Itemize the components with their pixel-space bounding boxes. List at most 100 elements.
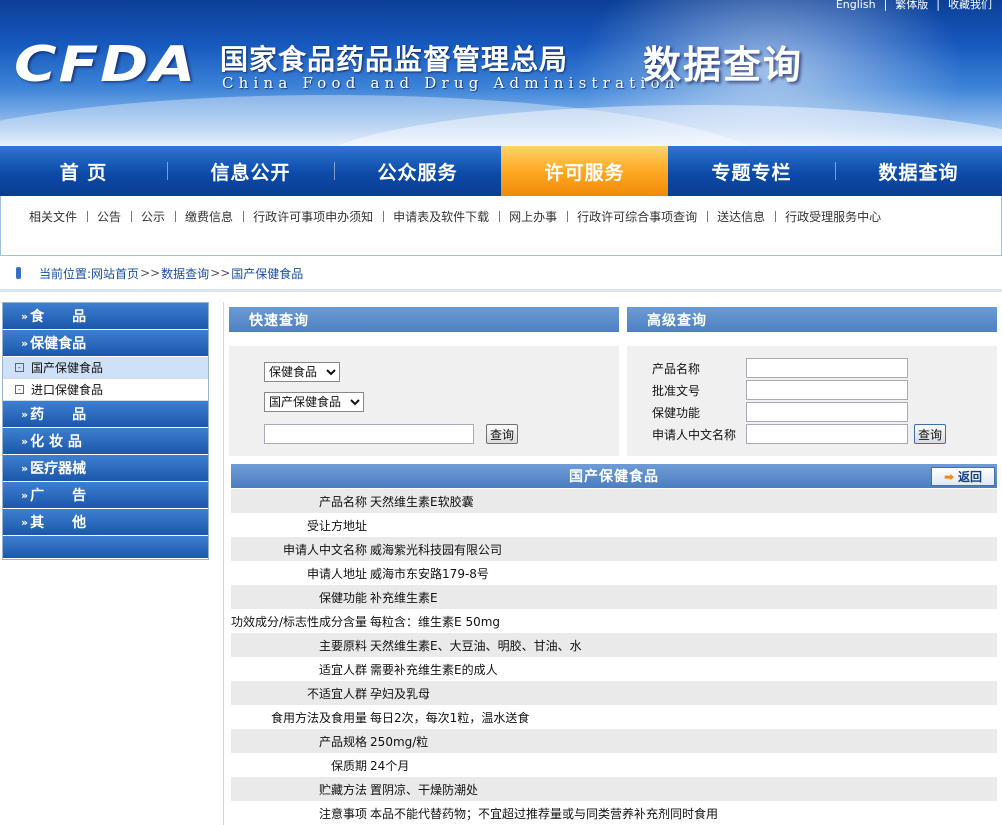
- breadcrumb-current[interactable]: 国产保健食品: [231, 265, 303, 282]
- traditional-link[interactable]: 繁体版: [891, 0, 932, 11]
- double-chevron-icon: ››: [21, 461, 28, 475]
- field-value: 天然维生素E软胶囊: [370, 494, 474, 509]
- sidebar: ›› 食 品 ›› 保健食品 - 国产保健食品 - 进口保健食品 ›› 药 品 ›› 化 妆…: [2, 302, 209, 560]
- double-chevron-icon: ››: [21, 434, 28, 448]
- health-function-label: 保健功能: [652, 406, 701, 420]
- sidebar-item-ads[interactable]: ›› 广 告: [3, 482, 208, 508]
- field-key: 申请人地址: [307, 566, 368, 581]
- sidebar-item-health-food[interactable]: ›› 保健食品: [3, 330, 208, 356]
- field-key: 功效成分/标志性成分含量: [231, 614, 368, 629]
- table-row: 食用方法及食用量 每日2次，每次1粒，温水送食: [231, 705, 997, 729]
- breadcrumb-data-query[interactable]: 数据查询: [161, 265, 209, 282]
- field-value: 威海紫光科技园有限公司: [370, 542, 503, 557]
- advanced-search-title: 高级查询: [627, 307, 997, 332]
- field-key: 产品规格: [319, 734, 368, 749]
- field-key: 保健功能: [319, 590, 368, 605]
- nav-license-service[interactable]: 许可服务: [501, 146, 668, 196]
- subnav-public-notices[interactable]: 公示: [131, 208, 175, 225]
- quick-search-input[interactable]: [264, 424, 474, 444]
- product-name-label: 产品名称: [652, 362, 701, 376]
- subnav-comprehensive-query[interactable]: 行政许可综合事项查询: [567, 208, 707, 225]
- field-key: 适宜人群: [319, 662, 368, 677]
- main-nav: 首 页 信息公开 公众服务 许可服务 专题专栏 数据查询: [0, 146, 1002, 196]
- product-name-input[interactable]: [746, 358, 908, 378]
- arrow-right-icon: ➡: [943, 469, 955, 484]
- sidebar-subitem-imported-health-food[interactable]: - 进口保健食品: [3, 379, 208, 401]
- site-title: 数据查询: [643, 43, 804, 87]
- sidebar-item-medical-devices[interactable]: ›› 医疗器械: [3, 455, 208, 481]
- subnav-form-download[interactable]: 申请表及软件下载: [383, 208, 499, 225]
- field-value: 每粒含：维生素E 50mg: [370, 614, 501, 629]
- table-row: 保质期 24个月: [231, 753, 997, 777]
- expand-box-icon: -: [15, 385, 24, 394]
- field-value: 24个月: [370, 758, 410, 773]
- quick-search-title: 快速查询: [229, 307, 619, 332]
- field-key: 产品名称: [319, 494, 368, 509]
- field-key: 受让方地址: [307, 518, 368, 533]
- field-value: [370, 513, 997, 537]
- quick-search-panel: 保健食品 国产保健食品 查询: [229, 346, 619, 456]
- nav-data-query[interactable]: 数据查询: [835, 146, 1002, 196]
- subnav-delivery-info[interactable]: 送达信息: [707, 208, 775, 225]
- breadcrumb-divider: [0, 289, 1002, 292]
- subnav-announcements[interactable]: 公告: [87, 208, 131, 225]
- subnav-application-guide[interactable]: 行政许可事项申办须知: [243, 208, 383, 225]
- sidebar-item-other[interactable]: ›› 其 他: [3, 509, 208, 535]
- table-row: 保健功能 补充维生素E: [231, 585, 997, 609]
- field-value: 每日2次，每次1粒，温水送食: [370, 710, 530, 725]
- cfda-logo[interactable]: CFDA: [14, 39, 197, 88]
- agency-name-cn: 国家食品药品监督管理总局: [220, 43, 569, 76]
- sidebar-item-drugs[interactable]: ›› 药 品: [3, 401, 208, 427]
- double-chevron-icon: ››: [21, 488, 28, 502]
- nav-info-disclosure[interactable]: 信息公开: [167, 146, 334, 196]
- applicant-name-label: 申请人中文名称: [652, 428, 737, 442]
- field-value: 孕妇及乳母: [370, 686, 431, 701]
- health-function-input[interactable]: [746, 402, 908, 422]
- double-chevron-icon: ››: [21, 515, 28, 529]
- top-link-separator: |: [883, 0, 888, 11]
- table-row: 适宜人群 需要补充维生素E的成人: [231, 657, 997, 681]
- table-row: 申请人地址 威海市东安路179-8号: [231, 561, 997, 585]
- subcategory-select[interactable]: 国产保健食品: [264, 392, 364, 412]
- breadcrumb-home[interactable]: 网站首页: [91, 265, 139, 282]
- breadcrumb: 当前位置: 网站首页 >> 数据查询 >> 国产保健食品: [0, 262, 1002, 284]
- field-key: 食用方法及食用量: [271, 710, 368, 725]
- category-select[interactable]: 保健食品: [264, 362, 340, 382]
- table-row: 受让方地址: [231, 513, 997, 537]
- nav-special-topics[interactable]: 专题专栏: [668, 146, 835, 196]
- table-row: 产品规格 250mg/粒: [231, 729, 997, 753]
- subnav-related-files[interactable]: 相关文件: [19, 208, 87, 225]
- expand-box-icon: -: [15, 363, 24, 372]
- double-chevron-icon: ››: [21, 309, 28, 323]
- double-chevron-icon: ››: [21, 407, 28, 421]
- top-link-separator: |: [936, 0, 940, 11]
- field-value: 置阴凉、干燥防潮处: [370, 782, 479, 797]
- bookmark-link[interactable]: 收藏我们: [944, 0, 996, 11]
- quick-search-button[interactable]: 查询: [486, 424, 519, 444]
- english-link[interactable]: English: [832, 0, 880, 11]
- double-chevron-icon: ››: [21, 336, 28, 350]
- approval-number-input[interactable]: [746, 380, 908, 400]
- nav-public-service[interactable]: 公众服务: [334, 146, 501, 196]
- breadcrumb-marker-icon: [16, 267, 21, 279]
- sidebar-subitem-domestic-health-food[interactable]: - 国产保健食品: [3, 357, 208, 379]
- field-value: 需要补充维生素E的成人: [370, 662, 498, 677]
- field-value: 补充维生素E: [370, 590, 438, 605]
- field-key: 注意事项: [319, 806, 368, 821]
- nav-home[interactable]: 首 页: [0, 146, 167, 196]
- applicant-name-input[interactable]: [746, 424, 908, 444]
- field-value: 威海市东安路179-8号: [370, 566, 489, 581]
- field-key: 保质期: [331, 758, 368, 773]
- subnav-service-center[interactable]: 行政受理服务中心: [775, 208, 891, 225]
- table-row: 注意事项 本品不能代替药物；不宜超过推荐量或与同类营养补充剂同时食用: [231, 801, 997, 825]
- table-row: 功效成分/标志性成分含量 每粒含：维生素E 50mg: [231, 609, 997, 633]
- sidebar-item-cosmetics[interactable]: ›› 化 妆 品: [3, 428, 208, 454]
- advanced-search-button[interactable]: 查询: [914, 424, 947, 444]
- back-button[interactable]: ➡ 返回: [931, 467, 995, 486]
- field-key: 申请人中文名称: [283, 542, 368, 557]
- subnav-online-service[interactable]: 网上办事: [499, 208, 567, 225]
- sidebar-item-food[interactable]: ›› 食 品: [3, 303, 208, 329]
- subnav-fee-info[interactable]: 缴费信息: [175, 208, 243, 225]
- field-key: 贮藏方法: [319, 782, 368, 797]
- table-row: 不适宜人群 孕妇及乳母: [231, 681, 997, 705]
